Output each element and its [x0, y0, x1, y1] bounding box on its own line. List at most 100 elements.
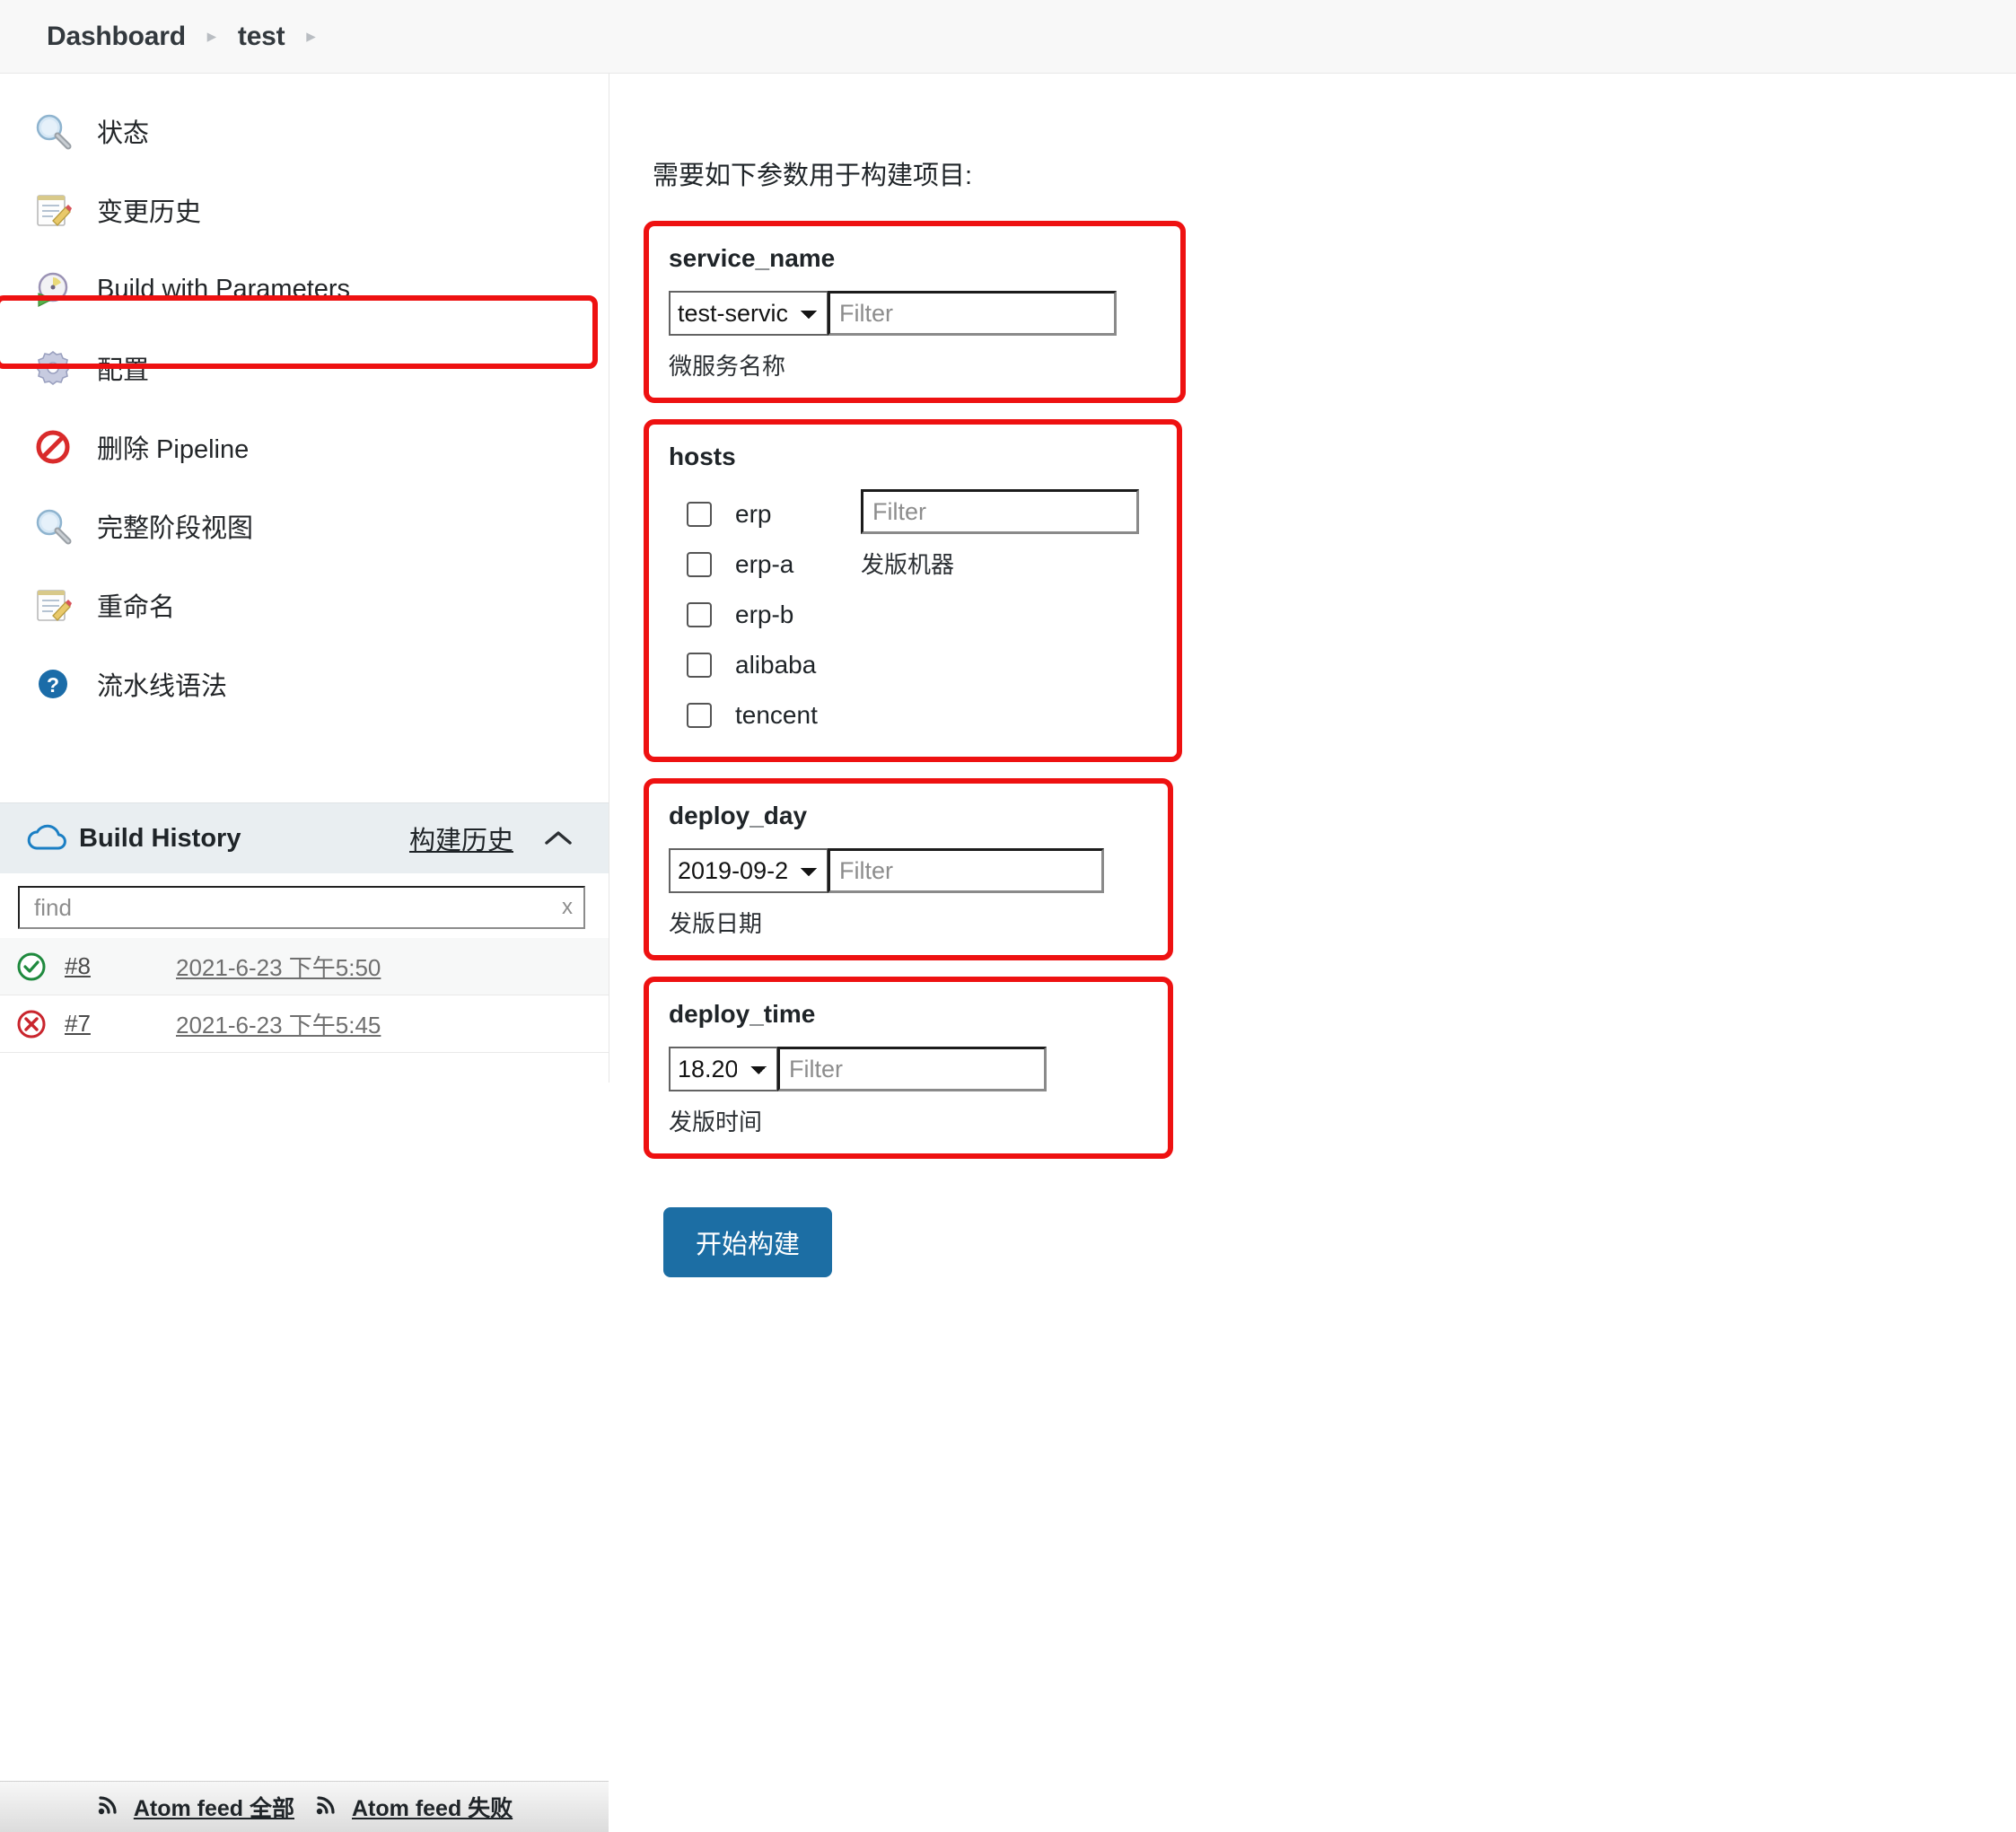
param-block-deploy-day: deploy_day 2019-09-20 发版日期 — [644, 778, 1173, 960]
param-label: deploy_time — [669, 1000, 816, 1028]
hosts-checkbox-erp-a[interactable]: erp-a — [687, 539, 848, 590]
sidebar-item-label: Build with Parameters — [97, 274, 351, 303]
param-control-row: 18.20 — [669, 1047, 1148, 1091]
atom-feed-bar: Atom feed 全部 Atom feed 失败 — [0, 1781, 609, 1832]
deploy-day-select[interactable]: 2019-09-20 — [669, 848, 828, 893]
no-entry-icon — [32, 426, 74, 468]
find-input[interactable] — [32, 892, 571, 923]
build-time-link[interactable]: 2021-6-23 下午5:45 — [176, 1007, 381, 1040]
build-history-find-wrap: x — [0, 873, 609, 938]
service-name-select[interactable]: test-service — [669, 291, 828, 336]
parameters-intro-text: 需要如下参数用于构建项目: — [653, 162, 973, 190]
hosts-filter-input[interactable] — [861, 489, 1139, 534]
breadcrumb-separator-icon: ▸ — [306, 26, 316, 47]
find-box[interactable]: x — [18, 886, 585, 929]
sidebar-item-label: 配置 — [97, 356, 150, 385]
build-history-link[interactable]: 构建历史 — [409, 820, 513, 857]
build-history-panel: Build History 构建历史 x — [0, 802, 609, 1832]
start-build-button[interactable]: 开始构建 — [663, 1207, 833, 1277]
build-number-link[interactable]: #8 — [65, 952, 162, 980]
hosts-checkbox-label: alibaba — [735, 651, 817, 679]
gear-icon — [32, 347, 74, 389]
param-label: hosts — [669, 443, 736, 470]
clear-icon[interactable]: x — [562, 895, 573, 920]
atom-feed-failed-label: Atom feed 失败 — [352, 1796, 513, 1821]
param-label: deploy_day — [669, 802, 808, 829]
x-circle-icon — [13, 1009, 50, 1039]
chevron-up-icon[interactable] — [540, 828, 576, 848]
hosts-checkbox-label: erp-b — [735, 600, 794, 628]
param-control-row: test-service — [669, 291, 1161, 336]
hosts-checkbox-erp-b[interactable]: erp-b — [687, 590, 848, 640]
breadcrumb-item-test[interactable]: test — [238, 22, 285, 52]
rss-icon — [314, 1792, 341, 1823]
hosts-checkbox-label: tencent — [735, 701, 818, 729]
table-row[interactable]: #8 2021-6-23 下午5:50 — [0, 938, 609, 995]
param-description: 发版机器 — [861, 551, 955, 578]
check-circle-icon — [13, 951, 50, 982]
sidebar-item-delete-pipeline[interactable]: 删除 Pipeline — [0, 408, 609, 486]
sidebar-item-rename[interactable]: 重命名 — [0, 565, 609, 644]
question-help-icon: ? — [32, 663, 74, 705]
sidebar-item-label: 流水线语法 — [97, 672, 228, 701]
atom-feed-all-link[interactable]: Atom feed 全部 — [96, 1791, 294, 1823]
sidebar-item-label: 变更历史 — [97, 198, 202, 227]
checkbox-icon[interactable] — [687, 653, 712, 678]
hosts-right-column: 发版机器 — [848, 489, 1139, 741]
notepad-pencil-icon — [32, 189, 74, 231]
rss-icon — [96, 1792, 123, 1823]
cloud-icon — [23, 823, 72, 854]
sidebar-item-label: 删除 Pipeline — [97, 435, 250, 464]
sidebar: 状态 变更历史 Build with Parameters 配置 删除 Pipe… — [0, 74, 609, 1832]
param-description: 发版日期 — [669, 910, 763, 937]
deploy-time-select[interactable]: 18.20 — [669, 1047, 778, 1091]
hosts-checkbox-label: erp — [735, 500, 772, 528]
hosts-checkbox-list: erp erp-a erp-b alibaba tencent — [669, 489, 848, 741]
sidebar-item-status[interactable]: 状态 — [0, 92, 609, 171]
sidebar-item-configure[interactable]: 配置 — [0, 329, 609, 408]
deploy-time-filter-input[interactable] — [777, 1047, 1047, 1091]
build-history-title: Build History — [79, 823, 241, 853]
main-content: 需要如下参数用于构建项目: service_name test-service … — [609, 74, 2016, 1277]
table-row[interactable]: #7 2021-6-23 下午5:45 — [0, 995, 609, 1053]
breadcrumb: Dashboard ▸ test ▸ — [0, 0, 2016, 74]
magnifier-icon — [32, 505, 74, 547]
param-block-service-name: service_name test-service 微服务名称 — [644, 221, 1186, 403]
hosts-body: erp erp-a erp-b alibaba tencent Filter 发… — [669, 489, 1157, 741]
checkbox-icon[interactable] — [687, 502, 712, 527]
checkbox-icon[interactable] — [687, 703, 712, 728]
build-number-link[interactable]: #7 — [65, 1010, 162, 1038]
build-time-link[interactable]: 2021-6-23 下午5:50 — [176, 950, 381, 983]
sidebar-item-label: 状态 — [97, 119, 150, 148]
checkbox-icon[interactable] — [687, 552, 712, 577]
notepad-pencil-icon — [32, 584, 74, 626]
param-description: 发版时间 — [669, 1109, 763, 1135]
build-history-header: Build History 构建历史 — [0, 803, 609, 873]
magnifier-icon — [32, 110, 74, 152]
hosts-checkbox-erp[interactable]: erp — [687, 489, 848, 539]
hosts-checkbox-label: erp-a — [735, 550, 794, 578]
param-label: service_name — [669, 244, 836, 272]
sidebar-item-change-history[interactable]: 变更历史 — [0, 171, 609, 250]
checkbox-icon[interactable] — [687, 602, 712, 627]
sidebar-item-pipeline-syntax[interactable]: ? 流水线语法 — [0, 644, 609, 723]
atom-feed-all-label: Atom feed 全部 — [133, 1796, 294, 1821]
param-control-row: 2019-09-20 — [669, 848, 1148, 893]
service-name-filter-input[interactable] — [828, 291, 1117, 336]
param-description: 微服务名称 — [669, 353, 786, 380]
sidebar-item-build-with-parameters[interactable]: Build with Parameters — [0, 250, 609, 329]
breadcrumb-item-dashboard[interactable]: Dashboard — [47, 22, 186, 52]
deploy-day-filter-input[interactable] — [828, 848, 1104, 893]
sidebar-task-list: 状态 变更历史 Build with Parameters 配置 删除 Pipe… — [0, 74, 609, 723]
hosts-checkbox-alibaba[interactable]: alibaba — [687, 640, 848, 690]
breadcrumb-separator-icon: ▸ — [206, 26, 217, 47]
param-block-deploy-time: deploy_time 18.20 发版时间 — [644, 977, 1173, 1159]
clock-play-icon — [32, 268, 74, 310]
sidebar-item-label: 重命名 — [97, 593, 176, 622]
sidebar-item-full-stage-view[interactable]: 完整阶段视图 — [0, 486, 609, 565]
svg-text:?: ? — [47, 673, 59, 697]
sidebar-item-label: 完整阶段视图 — [97, 514, 254, 543]
hosts-checkbox-tencent[interactable]: tencent — [687, 690, 848, 741]
param-block-hosts: hosts erp erp-a erp-b alibaba tencent Fi… — [644, 419, 1182, 762]
atom-feed-failed-link[interactable]: Atom feed 失败 — [314, 1791, 513, 1823]
